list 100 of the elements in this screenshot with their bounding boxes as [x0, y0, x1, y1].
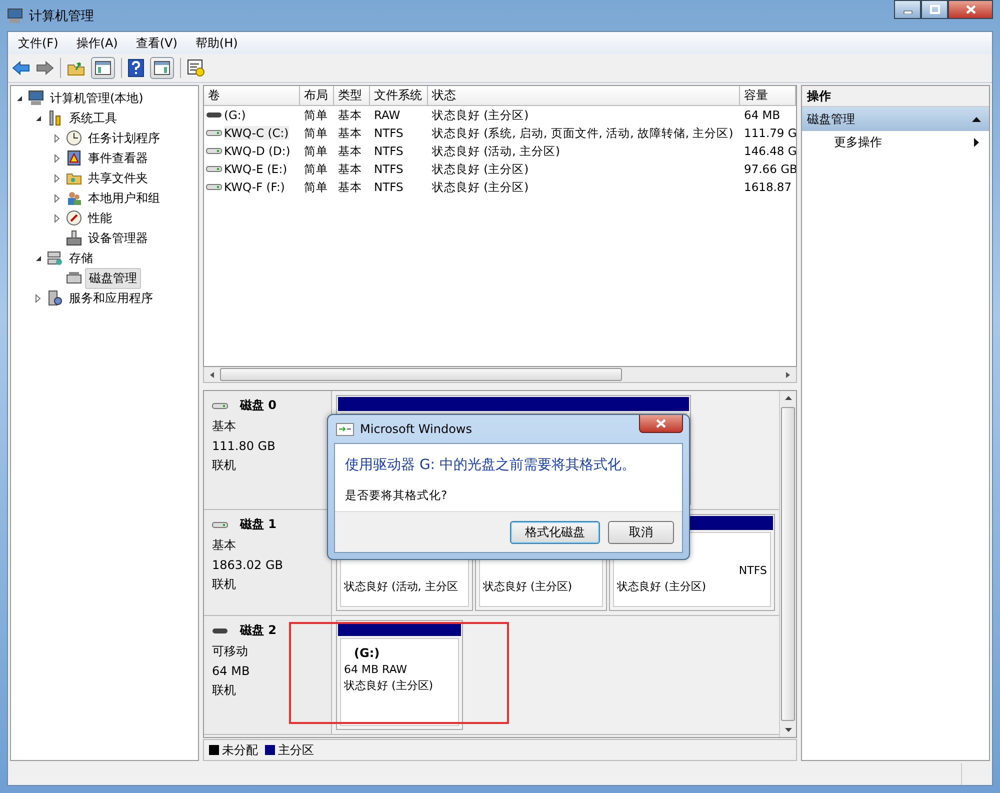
table-cell: KWQ-C (C:)	[224, 126, 289, 140]
expanded-arrow-icon[interactable]	[34, 114, 42, 122]
maximize-button[interactable]	[921, 0, 948, 19]
table-cell: KWQ-F (F:)	[224, 180, 285, 194]
tree-item[interactable]: 任务计划程序	[85, 128, 163, 148]
removable-drive-icon	[206, 111, 222, 119]
tree-item[interactable]: 存储	[66, 248, 96, 268]
partition-block[interactable]: (G:) 64 MB RAW 状态良好 (主分区)	[336, 620, 463, 730]
dialog-message: 是否要将其格式化?	[345, 488, 448, 503]
tree-item[interactable]: 本地用户和组	[85, 188, 163, 208]
close-button[interactable]	[639, 415, 683, 433]
scrollbar-thumb[interactable]	[220, 368, 622, 381]
clock-icon	[66, 130, 82, 146]
show-tree-button[interactable]	[91, 57, 115, 79]
submenu-arrow-icon	[974, 138, 979, 146]
disk-icon	[66, 270, 82, 286]
properties-icon[interactable]	[187, 59, 205, 77]
collapsed-arrow-icon[interactable]	[54, 134, 60, 142]
tools-icon	[47, 110, 63, 126]
partition-info: 状态良好 (活动, 主分区	[344, 579, 459, 594]
tree-item[interactable]: 系统工具	[66, 108, 120, 128]
left-arrow-icon[interactable]	[208, 370, 216, 378]
close-icon	[656, 419, 666, 428]
storage-icon	[47, 250, 63, 266]
actions-section[interactable]: 磁盘管理	[802, 107, 989, 131]
menu-item[interactable]: 查看(V)	[136, 34, 178, 52]
table-cell-text: 状态良好 (活动, 主分区)	[431, 144, 561, 158]
table-cell-text: NTFS	[373, 126, 404, 140]
collapsed-arrow-icon[interactable]	[54, 154, 60, 162]
disk-name: 磁盘 0	[240, 397, 277, 414]
table-cell-text: 简单	[303, 108, 329, 122]
tree-item[interactable]: 服务和应用程序	[66, 288, 156, 308]
table-cell-text: 64 MB	[743, 108, 782, 122]
minimize-button[interactable]	[894, 0, 921, 19]
scrollbar-thumb[interactable]	[781, 407, 795, 721]
collapse-arrow-icon[interactable]	[972, 116, 981, 122]
tree-item[interactable]: 共享文件夹	[85, 168, 151, 188]
vertical-scrollbar[interactable]	[779, 391, 796, 737]
horizontal-scrollbar[interactable]	[203, 367, 797, 383]
drive-icon	[206, 147, 222, 155]
action-link[interactable]: 更多操作	[834, 134, 882, 150]
disk-name: 磁盘 1	[240, 516, 277, 533]
table-cell-text: 111.79 G	[743, 126, 796, 140]
tree-item[interactable]: 计算机管理(本地)	[47, 88, 146, 108]
expanded-arrow-icon[interactable]	[34, 254, 42, 262]
show-action-pane-button[interactable]	[150, 57, 174, 79]
expanded-arrow-icon[interactable]	[16, 94, 22, 102]
menu-item[interactable]: 帮助(H)	[195, 34, 238, 52]
down-arrow-icon[interactable]	[784, 727, 792, 733]
folder-up-icon[interactable]	[67, 60, 85, 76]
services-icon	[47, 290, 63, 306]
tree-item[interactable]: 事件查看器	[85, 148, 151, 168]
menu-item[interactable]: 操作(A)	[76, 34, 118, 52]
table-cell-text: 状态良好 (主分区)	[431, 180, 530, 194]
table-cell-text: 简单	[303, 144, 329, 158]
column-header[interactable]: 状态	[428, 86, 740, 106]
column-header[interactable]: 文件系统	[370, 86, 428, 106]
forward-arrow-icon[interactable]	[36, 61, 54, 75]
tree-item[interactable]: 设备管理器	[85, 228, 151, 248]
tree-item[interactable]: 磁盘管理	[85, 268, 141, 288]
table-cell-text: NTFS	[373, 162, 404, 176]
column-header[interactable]: 类型	[334, 86, 370, 106]
table-cell-text: 简单	[303, 126, 329, 140]
column-header[interactable]: 卷	[204, 86, 300, 106]
drive-icon	[206, 165, 222, 173]
collapsed-arrow-icon[interactable]	[54, 194, 60, 202]
collapsed-arrow-icon[interactable]	[54, 214, 60, 222]
table-cell-text: 基本	[337, 180, 363, 194]
table-cell-text: 简单	[303, 162, 329, 176]
partition-info: 状态良好 (主分区)	[344, 678, 434, 693]
removable-drive-icon	[212, 626, 228, 634]
maximize-icon	[930, 5, 940, 14]
dialog-button[interactable]: 格式化磁盘	[510, 520, 600, 544]
dialog-button[interactable]: 取消	[608, 520, 674, 544]
window-title: 计算机管理	[29, 8, 94, 24]
users-icon	[66, 190, 82, 206]
legend-label: 未分配	[222, 742, 258, 758]
close-button[interactable]	[948, 0, 993, 19]
table-cell-text: 基本	[337, 144, 363, 158]
help-icon[interactable]	[128, 59, 144, 77]
disk-name: 磁盘 2	[240, 622, 277, 639]
column-header[interactable]: 布局	[300, 86, 334, 106]
drive-icon	[212, 402, 228, 410]
menu-item[interactable]: 文件(F)	[18, 34, 58, 52]
table-cell: KWQ-D (D:)	[224, 144, 290, 158]
column-header[interactable]: 容量	[740, 86, 796, 106]
back-arrow-icon[interactable]	[12, 61, 30, 75]
disk-status: 联机	[212, 576, 236, 593]
right-arrow-icon[interactable]	[784, 370, 792, 378]
up-arrow-icon[interactable]	[784, 395, 792, 401]
table-cell-text: 基本	[337, 108, 363, 122]
drive-icon	[206, 129, 222, 137]
pane-icon	[95, 61, 111, 75]
tree-item[interactable]: 性能	[85, 208, 115, 228]
legend-label: 主分区	[278, 742, 314, 758]
collapsed-arrow-icon[interactable]	[54, 174, 60, 182]
disk-status: 联机	[212, 682, 236, 699]
dialog-instruction: 使用驱动器 G: 中的光盘之前需要将其格式化。	[345, 456, 636, 474]
dialog-title: Microsoft Windows	[360, 422, 472, 436]
collapsed-arrow-icon[interactable]	[35, 294, 41, 302]
